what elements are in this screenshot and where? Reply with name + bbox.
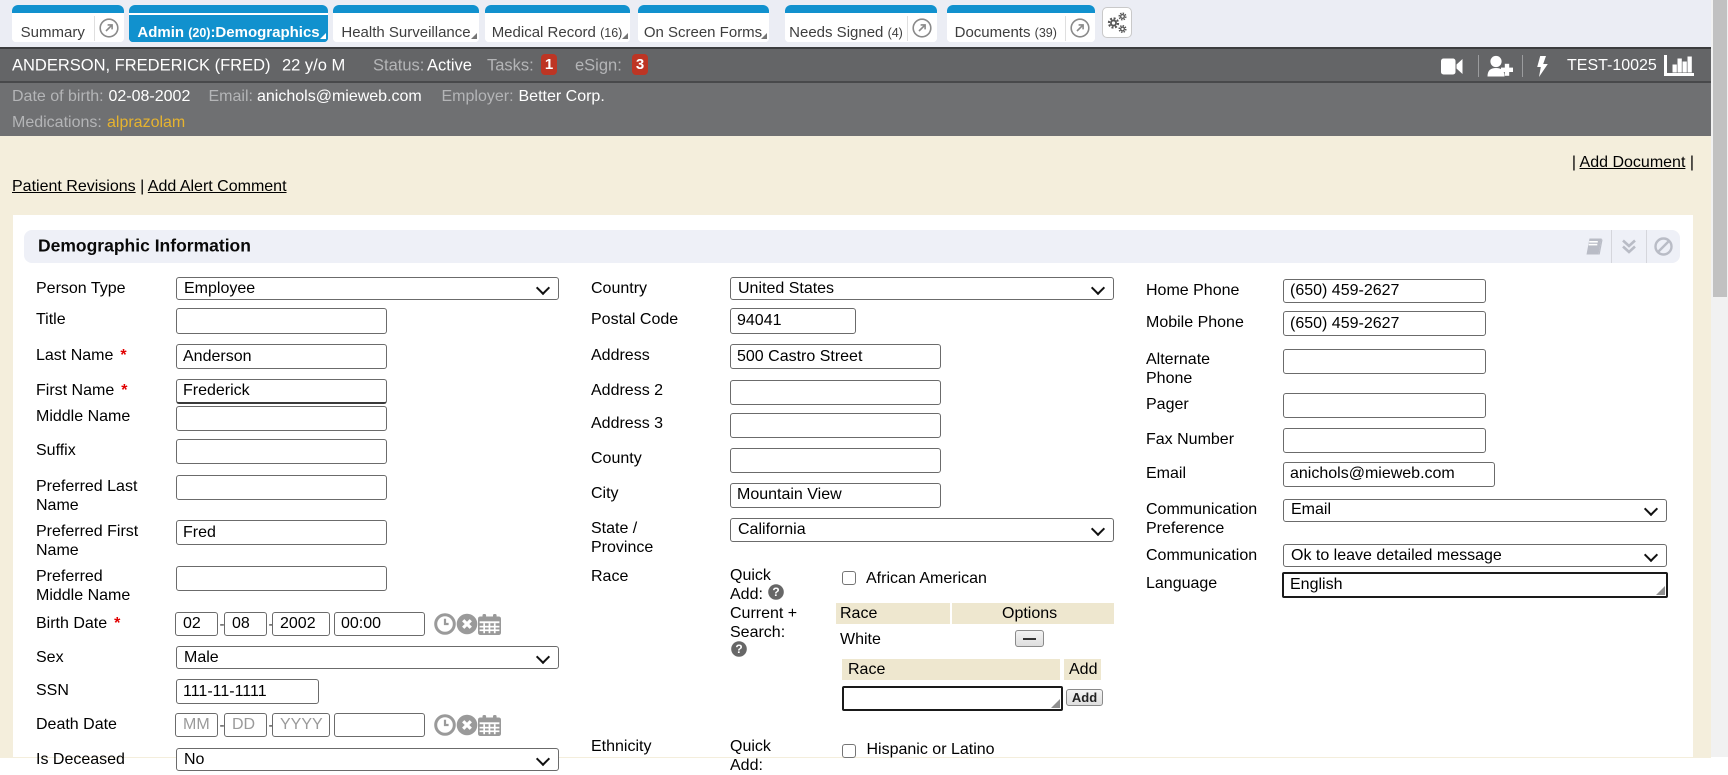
svg-text:?: ?: [735, 642, 742, 656]
svg-text:?: ?: [772, 585, 779, 599]
